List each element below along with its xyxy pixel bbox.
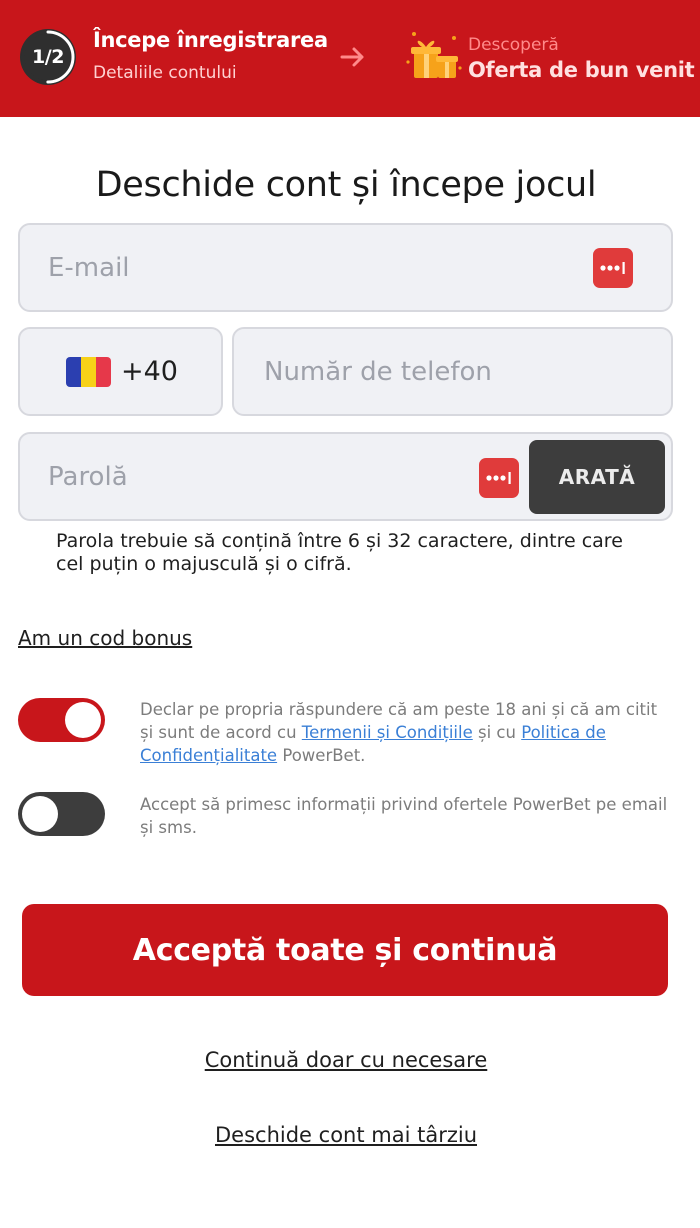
dots-icon <box>600 262 625 274</box>
step-progress-indicator: 1/2 <box>20 29 76 85</box>
toggle-knob <box>22 796 58 832</box>
step-title: Începe înregistrarea <box>93 28 328 52</box>
romania-flag-icon <box>66 357 111 387</box>
age-consent-toggle[interactable] <box>18 698 105 742</box>
age-consent-text: Declar pe propria răspundere că am peste… <box>140 698 670 767</box>
phone-field-container <box>232 327 673 416</box>
show-password-button[interactable]: ARATĂ <box>529 440 665 514</box>
marketing-consent-text: Accept să primesc informații privind ofe… <box>140 795 668 837</box>
phone-number-input[interactable] <box>234 329 671 414</box>
step-subtitle: Detaliile contului <box>93 63 237 83</box>
terms-link[interactable]: Termenii și Condițiile <box>302 723 473 742</box>
email-field-container <box>18 223 673 312</box>
registration-header: 1/2 Începe înregistrarea Detaliile contu… <box>0 0 700 117</box>
next-step-title: Oferta de bun venit <box>468 58 695 82</box>
password-manager-icon[interactable] <box>593 248 633 288</box>
country-code-selector[interactable]: +40 <box>18 327 223 416</box>
password-hint: Parola trebuie să conțină între 6 și 32 … <box>56 530 623 575</box>
step-counter: 1/2 <box>32 46 64 68</box>
consent-text-part: PowerBet. <box>277 746 366 765</box>
consent-text-part: și cu <box>472 723 522 742</box>
toggle-knob <box>65 702 101 738</box>
continue-necessary-only-link[interactable]: Continuă doar cu necesare <box>0 1048 692 1072</box>
marketing-consent-toggle[interactable] <box>18 792 105 836</box>
form-title: Deschide cont și începe jocul <box>95 165 597 205</box>
open-account-later-link[interactable]: Deschide cont mai târziu <box>0 1123 692 1147</box>
dots-icon <box>486 472 511 484</box>
arrow-right-icon <box>340 47 364 67</box>
password-manager-icon[interactable] <box>479 458 519 498</box>
bonus-code-link[interactable]: Am un cod bonus <box>18 626 192 650</box>
country-code: +40 <box>121 356 178 387</box>
accept-all-continue-button[interactable]: Acceptă toate și continuă <box>22 904 668 996</box>
email-input[interactable] <box>20 225 671 310</box>
gift-icon <box>406 32 462 78</box>
next-step-label: Descoperă <box>468 35 559 55</box>
